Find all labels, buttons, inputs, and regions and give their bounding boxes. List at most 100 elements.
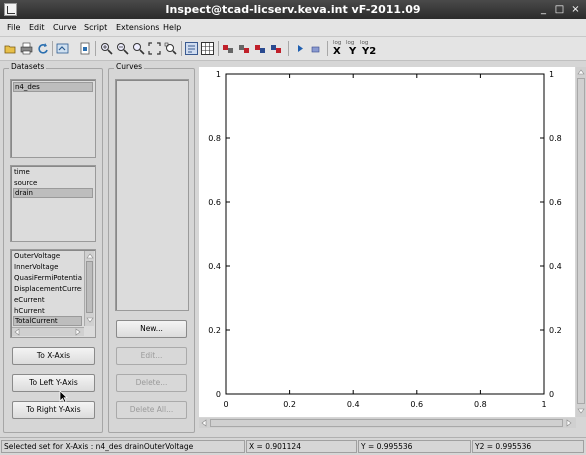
title-bar: Inspect@tcad-licserv.keva.int vF-2011.09… [0,0,586,19]
zoom-full-icon[interactable] [148,42,161,55]
x-tick-label: 0.6 [410,400,423,409]
y-tick-label: 0.4 [208,262,221,271]
plot-area[interactable]: 0 0.2 0.4 0.6 0.8 1 0 0.2 0.4 0.6 0.8 1 0 0.2 0.4 0.6 0.… [199,67,575,417]
y2-tick-label: 0.4 [549,262,562,271]
curve-red-1-icon[interactable] [222,42,235,55]
curve-red-4-icon[interactable] [270,42,283,55]
reload-icon[interactable] [36,42,49,55]
menu-curve[interactable]: Curve [53,23,77,32]
page-icon[interactable] [79,42,92,55]
play-icon[interactable] [294,42,307,55]
to-left-y-axis-button[interactable]: To Left Y-Axis [12,374,95,392]
minimize-button[interactable]: _ [537,3,550,16]
menu-file[interactable]: File [7,23,20,32]
delete-curve-button[interactable]: Delete... [116,374,187,392]
delete-all-curves-button[interactable]: Delete All... [116,401,187,419]
scroll-thumb[interactable] [86,261,93,313]
files-list[interactable]: n4_des [10,79,96,158]
scroll-up-icon[interactable] [86,252,94,260]
toolbar: log X log Y log Y2 [0,37,586,61]
status-message: Selected set for X-Axis : n4_des drainOu… [1,440,245,453]
zoom-fit-icon[interactable] [132,42,145,55]
y2-tick-label: 1 [549,70,554,79]
grid-icon[interactable] [201,42,214,55]
menu-extensions[interactable]: Extensions [116,23,159,32]
vertical-scrollbar[interactable] [84,251,94,326]
plot-frame [225,73,545,395]
y-tick-label: 0.6 [208,198,221,207]
list-item[interactable]: source [13,178,93,188]
mouse-cursor-icon [59,390,68,403]
x-tick-label: 0 [223,400,228,409]
plot-horizontal-scrollbar[interactable] [199,418,576,428]
zoom-out-icon[interactable] [116,42,129,55]
scroll-right-icon[interactable] [74,328,82,336]
plot-vertical-scrollbar[interactable] [576,67,586,417]
x-tick-label: 0.2 [283,400,296,409]
log-y2-button[interactable]: Y2 [362,46,376,57]
y2-tick-label: 0.6 [549,198,562,207]
scroll-track[interactable] [577,78,585,404]
y-tick-label: 0 [216,390,221,399]
menu-script[interactable]: Script [84,23,107,32]
curves-label: Curves [114,62,145,71]
quantities-list[interactable]: OuterVoltage InnerVoltage QuasiFermiPote… [10,249,96,338]
log-x-button[interactable]: X [333,46,341,57]
list-item[interactable]: OuterVoltage [13,251,82,261]
x-tick-label: 1 [541,400,546,409]
scroll-track[interactable] [210,419,563,427]
menu-edit[interactable]: Edit [29,23,45,32]
horizontal-scrollbar[interactable] [12,327,84,336]
status-x-value: X = 0.901124 [246,440,357,453]
list-item[interactable]: DisplacementCurrent [13,284,82,294]
log-y-button[interactable]: Y [349,46,356,57]
status-bar: Selected set for X-Axis : n4_des drainOu… [0,437,586,455]
y-tick-label: 0.8 [208,134,221,143]
x-tick-label: 0.4 [347,400,360,409]
zoom-region-icon[interactable] [164,42,177,55]
curves-list[interactable] [115,79,189,311]
maximize-button[interactable]: □ [553,3,566,16]
y2-tick-label: 0.2 [549,326,562,335]
y-tick-label: 1 [216,70,221,79]
chart-svg: 0 0.2 0.4 0.6 0.8 100.20.40.60.8100.20.40.60.… [208,70,562,409]
list-item[interactable]: n4_des [13,82,93,92]
scroll-right-icon[interactable] [565,419,573,427]
list-item[interactable]: hCurrent [13,306,82,316]
scroll-up-icon[interactable] [577,68,585,76]
datasets-label: Datasets [9,62,47,71]
legend-icon[interactable] [185,42,198,55]
close-button[interactable]: × [569,3,582,16]
list-item[interactable]: time [13,167,93,177]
list-item[interactable]: TotalCurrent [13,316,82,326]
x-tick-label: 0.8 [474,400,487,409]
list-item[interactable]: QuasiFermiPotential [13,273,82,283]
status-y-value: Y = 0.995536 [358,440,471,453]
edit-curve-button[interactable]: Edit... [116,347,187,365]
y2-tick-label: 0 [549,390,554,399]
scroll-left-icon[interactable] [13,328,21,336]
window-title: Inspect@tcad-licserv.keva.int vF-2011.09 [165,3,421,16]
scroll-down-icon[interactable] [577,407,585,415]
curve-red-3-icon[interactable] [254,42,267,55]
status-y2-value: Y2 = 0.995536 [472,440,584,453]
to-right-y-axis-button[interactable]: To Right Y-Axis [12,401,95,419]
groups-list[interactable]: time source drain [10,165,96,242]
list-item[interactable]: eCurrent [13,295,82,305]
zoom-in-icon[interactable] [100,42,113,55]
y-tick-label: 0.2 [208,326,221,335]
scroll-down-icon[interactable] [86,316,94,324]
stop-icon[interactable] [309,42,322,55]
menu-bar: File Edit Curve Script Extensions Help [0,19,586,37]
curve-red-2-icon[interactable] [238,42,251,55]
list-item[interactable]: InnerVoltage [13,262,82,272]
open-folder-icon[interactable] [4,42,17,55]
list-item[interactable]: drain [13,188,93,198]
menu-help[interactable]: Help [163,23,181,32]
print-icon[interactable] [20,42,33,55]
to-x-axis-button[interactable]: To X-Axis [12,347,95,365]
new-curve-button[interactable]: New... [116,320,187,338]
y2-tick-label: 0.8 [549,134,562,143]
scroll-left-icon[interactable] [200,419,208,427]
undo-icon[interactable] [56,42,69,55]
